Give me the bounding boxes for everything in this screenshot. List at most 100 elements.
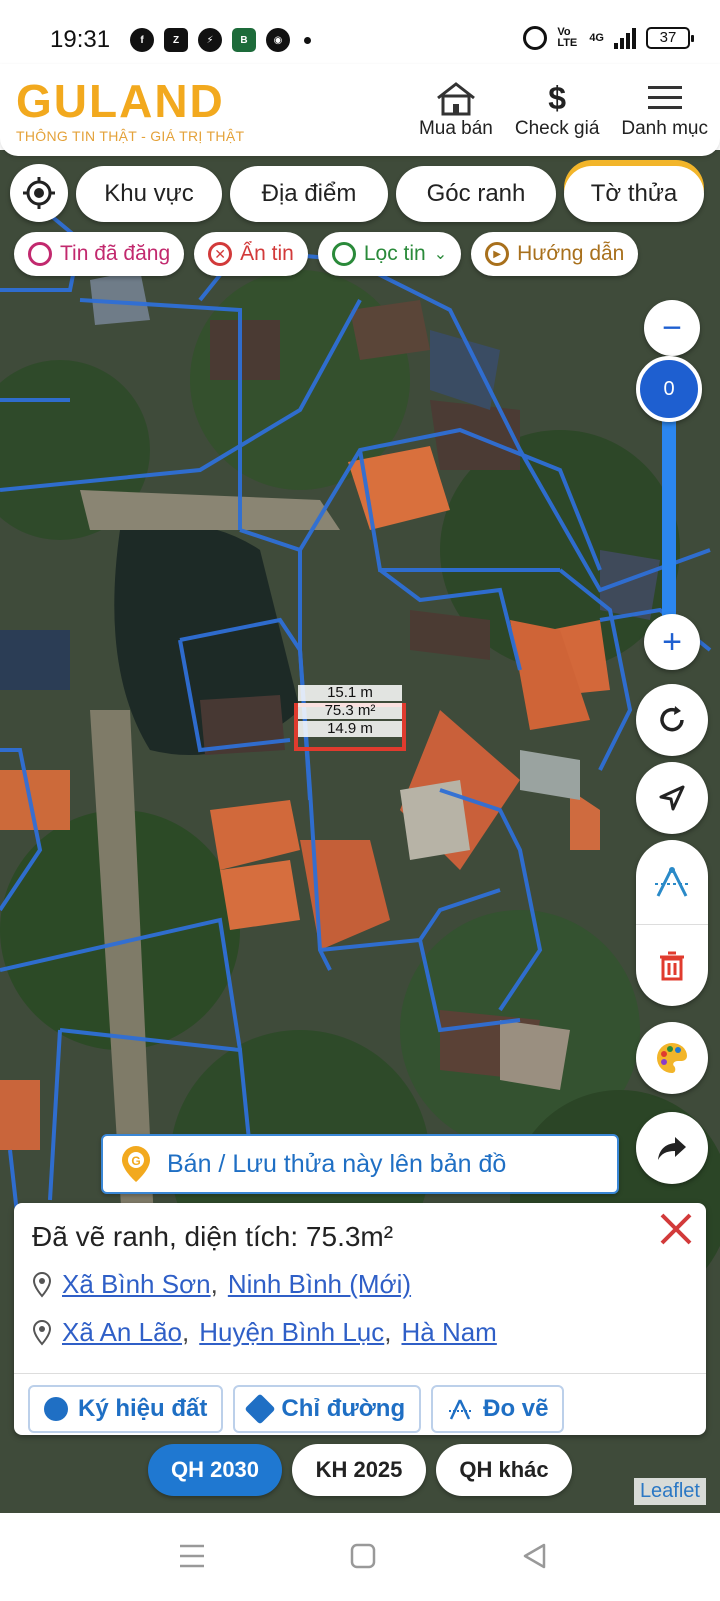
map-style-button[interactable]: [636, 1022, 708, 1094]
location-pin-icon: [331, 242, 356, 266]
measurement-box[interactable]: 15.1 m 75.3 m² 14.9 m: [294, 685, 406, 751]
planning-tabs: QH 2030 KH 2025 QH khác: [148, 1444, 572, 1496]
zoom-slider-track[interactable]: [662, 388, 676, 628]
refresh-icon: [660, 706, 684, 732]
nav-label: Check giá: [514, 118, 600, 139]
close-panel-button[interactable]: [656, 1209, 696, 1249]
zoom-in-button[interactable]: +: [644, 614, 700, 670]
network-type: 4G: [589, 31, 604, 44]
navigate-button[interactable]: [636, 762, 708, 834]
zalo-icon: Z: [164, 28, 188, 52]
facebook-icon: f: [130, 28, 154, 52]
filter-loc-tin[interactable]: Lọc tin ⌄: [317, 232, 462, 276]
nav-label: Mua bán: [418, 118, 493, 139]
filter-label: Ẩn tin: [240, 242, 294, 265]
filter-tin-da-dang[interactable]: Tin đã đăng: [14, 232, 185, 276]
more-notifications-dot: [304, 36, 311, 44]
new-province-link[interactable]: Ninh Bình (Mới): [228, 1269, 411, 1300]
action-label: Chỉ đường: [281, 1395, 406, 1422]
old-district-link[interactable]: Huyện Bình Lục: [199, 1317, 384, 1348]
basketball-icon: ◉: [266, 28, 290, 52]
house-icon: [435, 78, 477, 118]
panel-actions: Ký hiệu đất Chỉ đường Đo vẽ: [28, 1385, 565, 1433]
locate-me-button[interactable]: [10, 164, 68, 222]
user-circle-icon: [28, 242, 52, 266]
land-symbol-button[interactable]: Ký hiệu đất: [28, 1385, 224, 1433]
guland-pin-icon: G: [122, 1146, 150, 1182]
filter-dia-diem[interactable]: Địa điểm: [230, 166, 388, 222]
measure-draw-button[interactable]: [636, 840, 708, 924]
filter-to-thua[interactable]: Tờ thửa: [564, 166, 704, 222]
old-province-link[interactable]: Hà Nam: [401, 1317, 496, 1348]
app-header: GULAND THÔNG TIN THẬT - GIÁ TRỊ THẬT Mua…: [0, 64, 720, 156]
tab-qh-2030[interactable]: QH 2030: [148, 1444, 282, 1496]
measure-area: 75.3 m²: [298, 703, 402, 719]
filter-label: Lọc tin: [363, 242, 426, 265]
leaflet-attribution[interactable]: Leaflet: [633, 1478, 706, 1505]
nav-check-gia[interactable]: $ Check giá: [515, 78, 600, 140]
trash-icon: [660, 951, 684, 981]
filter-huong-dan[interactable]: ▶ Hướng dẫn: [471, 232, 639, 276]
nav-label: Danh mục: [621, 118, 708, 139]
recent-apps-icon[interactable]: [178, 1543, 206, 1569]
secondary-filter-row: Tin đã đăng ✕ Ẩn tin Lọc tin ⌄ ▶ Hướng d…: [14, 232, 639, 276]
nav-mua-ban[interactable]: Mua bán: [419, 78, 493, 140]
filter-khu-vuc[interactable]: Khu vực: [76, 166, 222, 222]
palette-icon: [657, 1043, 687, 1073]
location-pin-icon: [32, 1319, 52, 1346]
measure-bottom-edge: 14.9 m: [298, 721, 402, 737]
battery-indicator: 37: [646, 27, 694, 49]
primary-filter-row: Khu vực Địa điểm Góc ranh Tờ thửa: [76, 166, 704, 222]
action-label: Ký hiệu đất: [78, 1395, 208, 1422]
measure-top-edge: 15.1 m: [298, 685, 402, 701]
compass-icon: [449, 1399, 472, 1420]
dollar-icon: $: [548, 79, 567, 116]
zoom-slider-handle[interactable]: 0: [636, 356, 702, 422]
filter-an-tin[interactable]: ✕ Ẩn tin: [194, 232, 308, 276]
palette-icon: [44, 1397, 68, 1421]
share-arrow-icon: [658, 1137, 686, 1160]
zoom-out-button[interactable]: −: [644, 300, 700, 356]
volte-indicator: Vo LTE: [557, 26, 578, 49]
header-nav: Mua bán $ Check giá Danh mục: [419, 78, 708, 140]
parcel-info-panel: Đã vẽ ranh, diện tích: 75.3m² Xã Bình Sơ…: [14, 1203, 706, 1435]
navigation-arrow-icon: [659, 785, 685, 811]
location-pin-icon: [32, 1271, 52, 1298]
crosshair-icon: [23, 177, 55, 209]
save-parcel-button[interactable]: G Bán / Lưu thửa này lên bản đồ: [101, 1134, 619, 1194]
alarm-icon: [523, 26, 548, 50]
status-system-icons: Vo LTE 4G 37: [523, 26, 694, 50]
brand-logo[interactable]: GULAND THÔNG TIN THẬT - GIÁ TRỊ THẬT: [16, 78, 244, 144]
old-location-row: Xã An Lão, Huyện Bình Lục, Hà Nam: [32, 1317, 497, 1348]
back-icon[interactable]: [522, 1543, 546, 1569]
action-label: Đo vẽ: [483, 1395, 549, 1422]
panel-title: Đã vẽ ranh, diện tích: 75.3m²: [32, 1221, 394, 1252]
close-icon: [660, 1213, 692, 1245]
close-circle-icon: ✕: [208, 242, 233, 266]
directions-button[interactable]: Chỉ đường: [233, 1385, 422, 1433]
filter-goc-ranh[interactable]: Góc ranh: [396, 166, 556, 222]
tool-divider: [636, 924, 708, 925]
draw-tools-group: [636, 840, 708, 1006]
refresh-button[interactable]: [636, 684, 708, 756]
menu-icon: [647, 78, 682, 118]
tab-kh-2025[interactable]: KH 2025: [292, 1444, 426, 1496]
old-commune-link[interactable]: Xã An Lão: [62, 1317, 182, 1348]
compass-icon: [655, 867, 689, 897]
delete-drawing-button[interactable]: [636, 926, 708, 1006]
tab-qh-khac[interactable]: QH khác: [436, 1444, 572, 1496]
new-commune-link[interactable]: Xã Bình Sơn: [62, 1269, 211, 1300]
chevron-down-icon: ⌄: [433, 246, 448, 263]
directions-icon: [244, 1393, 276, 1425]
nav-danh-muc[interactable]: Danh mục: [621, 78, 708, 140]
signal-icon: [614, 27, 636, 49]
status-time: 19:31: [50, 26, 111, 53]
minus-icon: −: [662, 308, 682, 347]
share-button[interactable]: [636, 1112, 708, 1184]
panel-divider: [14, 1373, 706, 1374]
play-circle-icon: ▶: [485, 242, 510, 266]
bidv-icon: B: [232, 28, 256, 52]
status-app-icons: f Z ⚡ B ◉: [130, 28, 311, 52]
home-icon[interactable]: [350, 1543, 376, 1569]
measure-button[interactable]: Đo vẽ: [431, 1385, 565, 1433]
